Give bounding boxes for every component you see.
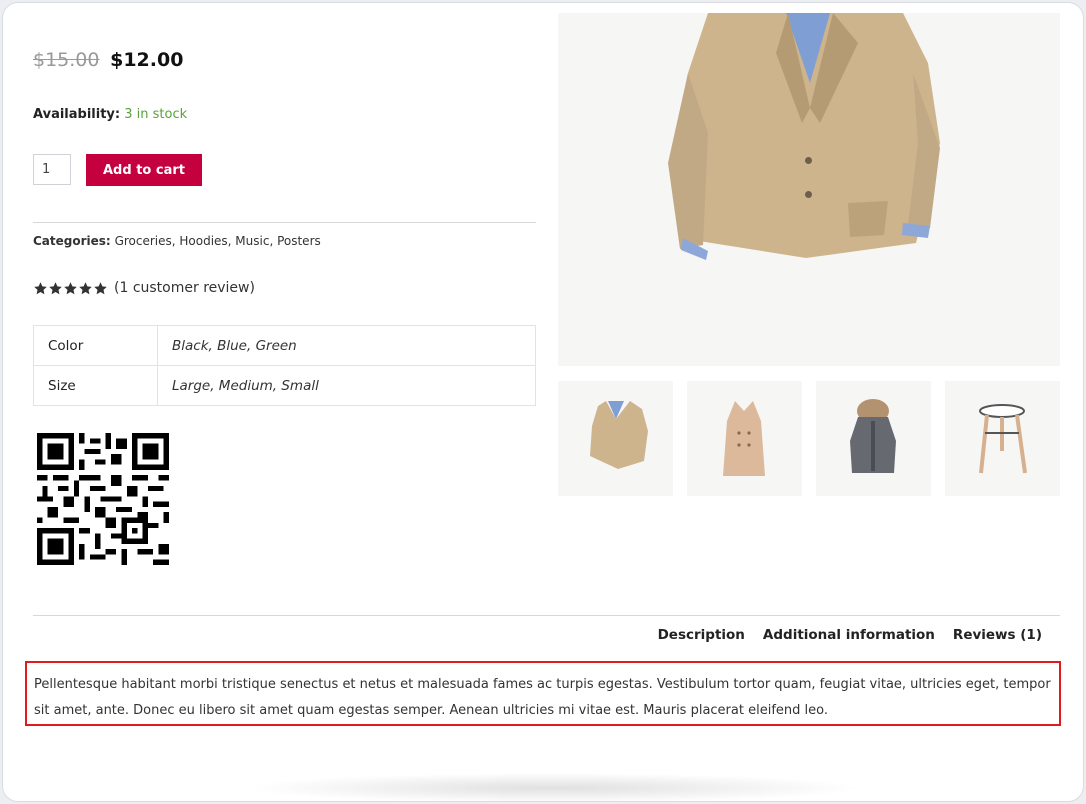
divider — [33, 222, 536, 223]
categories-list[interactable]: Groceries, Hoodies, Music, Posters — [115, 234, 321, 248]
stool-thumb-image — [979, 404, 1027, 474]
availability: Availability: 3 in stock — [33, 107, 187, 122]
jacket-thumb-image — [590, 401, 648, 469]
description-text: Pellentesque habitant morbi tristique se… — [34, 677, 1051, 718]
tabs-divider — [33, 615, 1060, 616]
main-product-image[interactable] — [558, 13, 1060, 366]
star-icon — [64, 281, 77, 294]
star-icon — [79, 281, 92, 294]
footer-shadow — [243, 773, 863, 801]
attribute-name: Color — [33, 325, 158, 366]
sale-price: $12.00 — [110, 49, 184, 71]
thumbnail-parka[interactable] — [816, 381, 931, 496]
product-page: $15.00 $12.00 Availability: 3 in stock A… — [2, 2, 1084, 802]
parka-thumb-image — [850, 399, 896, 473]
star-icon — [49, 281, 62, 294]
tab-description[interactable]: Description — [658, 627, 745, 643]
table-row: Color Black, Blue, Green — [33, 325, 536, 366]
thumbnail-stool[interactable] — [945, 381, 1060, 496]
star-icon — [34, 281, 47, 294]
jacket-image — [668, 13, 940, 260]
product-tabs: Description Additional information Revie… — [658, 627, 1042, 643]
qr-code — [37, 433, 169, 565]
attributes-table: Color Black, Blue, Green Size Large, Med… — [33, 325, 536, 406]
description-panel: Pellentesque habitant morbi tristique se… — [25, 661, 1061, 726]
product-price: $15.00 $12.00 — [33, 49, 183, 71]
tab-reviews[interactable]: Reviews (1) — [953, 627, 1042, 643]
table-row: Size Large, Medium, Small — [33, 365, 536, 406]
attribute-value: Large, Medium, Small — [157, 365, 536, 406]
product-rating: (1 customer review) — [33, 280, 255, 296]
stock-status: 3 in stock — [124, 107, 188, 122]
product-categories: Categories: Groceries, Hoodies, Music, P… — [33, 234, 321, 248]
old-price: $15.00 — [33, 49, 100, 71]
availability-label: Availability: — [33, 107, 121, 122]
thumbnail-coat[interactable] — [687, 381, 802, 496]
attribute-value: Black, Blue, Green — [157, 325, 536, 366]
tab-additional-information[interactable]: Additional information — [763, 627, 935, 643]
star-rating — [33, 281, 108, 296]
review-link[interactable]: (1 customer review) — [114, 280, 255, 296]
categories-label: Categories: — [33, 234, 111, 248]
star-icon — [94, 281, 107, 294]
attribute-name: Size — [33, 365, 158, 406]
quantity-input[interactable] — [33, 154, 71, 185]
coat-thumb-image — [723, 401, 765, 476]
add-to-cart-button[interactable]: Add to cart — [86, 154, 202, 186]
thumbnail-jacket[interactable] — [558, 381, 673, 496]
